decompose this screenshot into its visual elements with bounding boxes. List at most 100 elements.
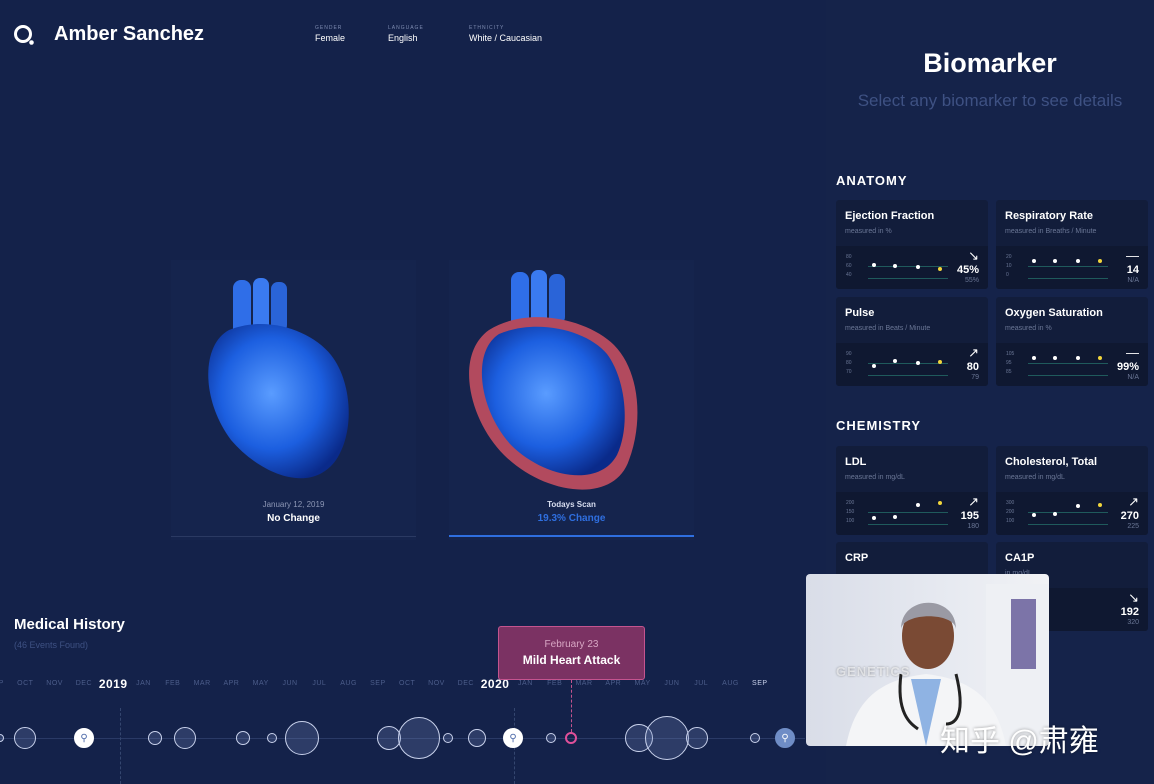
timeline-month[interactable]: APR [605, 680, 621, 687]
search-event-icon[interactable]: ⚲ [503, 728, 523, 748]
timeline-month[interactable]: FEB [165, 680, 180, 687]
search-event-icon[interactable]: ⚲ [74, 728, 94, 748]
y-tick: 100 [1006, 518, 1015, 524]
timeline-event[interactable] [285, 721, 319, 755]
previous-value: 320 [1127, 619, 1139, 626]
timeline-month[interactable]: SEP [752, 680, 768, 687]
biomarker-unit: measured in mg/dL [1005, 474, 1065, 481]
app-logo-icon[interactable] [13, 24, 35, 46]
timeline-month[interactable]: SEP [370, 680, 386, 687]
timeline-month[interactable]: DEC [458, 680, 474, 687]
timeline-month[interactable]: 2019 [99, 677, 128, 691]
timeline-event[interactable] [443, 733, 453, 743]
current-value: 80 [966, 361, 979, 373]
range-line [1028, 524, 1108, 525]
data-point [938, 266, 942, 271]
scan-slider-track-selected[interactable] [449, 535, 694, 537]
current-value: 14 [1126, 264, 1139, 276]
biomarker-name: Ejection Fraction [845, 210, 935, 222]
y-tick: 40 [846, 272, 852, 278]
timeline-event[interactable] [174, 727, 196, 749]
timeline-month[interactable]: JUL [312, 680, 326, 687]
timeline-month[interactable]: NOV [46, 680, 63, 687]
timeline-event[interactable] [14, 727, 36, 749]
trend-up-icon: ↗ [968, 494, 979, 509]
timeline-month[interactable]: MAR [575, 680, 592, 687]
timeline-month[interactable]: JUN [664, 680, 679, 687]
mini-chart: 105 95 85 —99% N/A [996, 343, 1148, 386]
biomarker-card[interactable]: Oxygen Saturation measured in % 105 95 85 —99… [996, 297, 1148, 386]
data-point [893, 515, 897, 520]
timeline-month[interactable]: OCT [17, 680, 33, 687]
timeline-event[interactable] [645, 716, 689, 760]
timeline-event[interactable] [398, 717, 440, 759]
trend-flat-icon: — [1126, 248, 1139, 263]
mini-chart: 20 10 0 —14 N/A [996, 246, 1148, 289]
biomarker-card[interactable]: Pulse measured in Beats / Minute 90 80 70 ↗ 80… [836, 297, 988, 386]
biomarker-title: Biomarker [923, 48, 1057, 78]
timeline-event[interactable] [236, 731, 250, 745]
y-tick: 100 [846, 518, 855, 524]
data-point [1098, 356, 1102, 361]
timeline-month[interactable]: MAY [253, 680, 269, 687]
trend-up-icon: ↗ [1128, 494, 1139, 509]
timeline-month[interactable]: APR [223, 680, 239, 687]
timeline-month[interactable]: MAR [194, 680, 211, 687]
y-tick: 80 [846, 254, 852, 260]
biomarker-card[interactable]: Respiratory Rate measured in Breaths / Mi… [996, 200, 1148, 289]
timeline-month[interactable]: FEB [547, 680, 562, 687]
language-field: LANGUAGE English [388, 25, 424, 43]
year-divider [120, 708, 121, 784]
timeline-month[interactable]: JAN [136, 680, 151, 687]
timeline-event[interactable] [468, 729, 486, 747]
timeline-event[interactable] [565, 732, 577, 744]
events-count: (46 Events Found) [14, 640, 89, 650]
data-point [938, 360, 942, 364]
biomarker-card[interactable]: LDL measured in mg/dL 200 150 100 ↗ 195 180 [836, 446, 988, 535]
biomarker-name: Respiratory Rate [1005, 210, 1094, 222]
timeline-month[interactable]: SEP [0, 680, 4, 687]
data-point [1053, 356, 1057, 361]
y-tick: 20 [1006, 254, 1012, 260]
data-point [872, 363, 876, 368]
previous-value: 180 [967, 523, 979, 530]
y-tick: 0 [1006, 272, 1009, 278]
timeline-event[interactable] [686, 727, 708, 749]
section-chemistry: CHEMISTRY [836, 418, 922, 433]
timeline-month[interactable]: NOV [428, 680, 445, 687]
current-value: 99% [1116, 361, 1139, 373]
timeline-month[interactable]: JUL [694, 680, 708, 687]
biomarker-unit: measured in Beats / Minute [845, 325, 931, 332]
heart-model-changed-image [469, 270, 638, 490]
ethnicity-field: ETHNICITY White / Caucasian [469, 25, 543, 43]
timeline-month[interactable]: AUG [722, 680, 739, 687]
timeline-event[interactable] [267, 733, 277, 743]
data-point [872, 516, 876, 521]
timeline-event[interactable] [148, 731, 162, 745]
range-line [868, 266, 948, 267]
timeline-event[interactable] [546, 733, 556, 743]
data-point [1032, 259, 1036, 264]
timeline-event[interactable] [750, 733, 760, 743]
y-tick: 10 [1006, 263, 1012, 269]
previous-value: N/A [1127, 374, 1139, 381]
timeline-month[interactable]: DEC [76, 680, 92, 687]
biomarker-card[interactable]: Ejection Fraction measured in % 80 60 40 ↘ 45%… [836, 200, 988, 289]
timeline-month[interactable]: JAN [518, 680, 533, 687]
scan-slider-track[interactable] [171, 536, 416, 537]
search-event-icon[interactable]: ⚲ [775, 728, 795, 748]
biomarker-card[interactable]: Cholesterol, Total measured in mg/dL 300 20… [996, 446, 1148, 535]
timeline-event[interactable] [0, 734, 4, 742]
data-point [1076, 356, 1080, 361]
data-point [1053, 512, 1057, 517]
previous-value: 79 [971, 374, 979, 381]
timeline-month[interactable]: AUG [340, 680, 357, 687]
current-scan-panel[interactable] [449, 260, 694, 540]
timeline-month[interactable]: MAY [635, 680, 651, 687]
timeline-month[interactable]: OCT [399, 680, 415, 687]
timeline-month[interactable]: JUN [282, 680, 297, 687]
data-point [872, 263, 876, 267]
previous-scan-panel[interactable] [171, 260, 416, 540]
mini-chart: 90 80 70 ↗ 80 79 [836, 343, 988, 386]
event-tooltip: February 23 Mild Heart Attack [498, 626, 645, 680]
